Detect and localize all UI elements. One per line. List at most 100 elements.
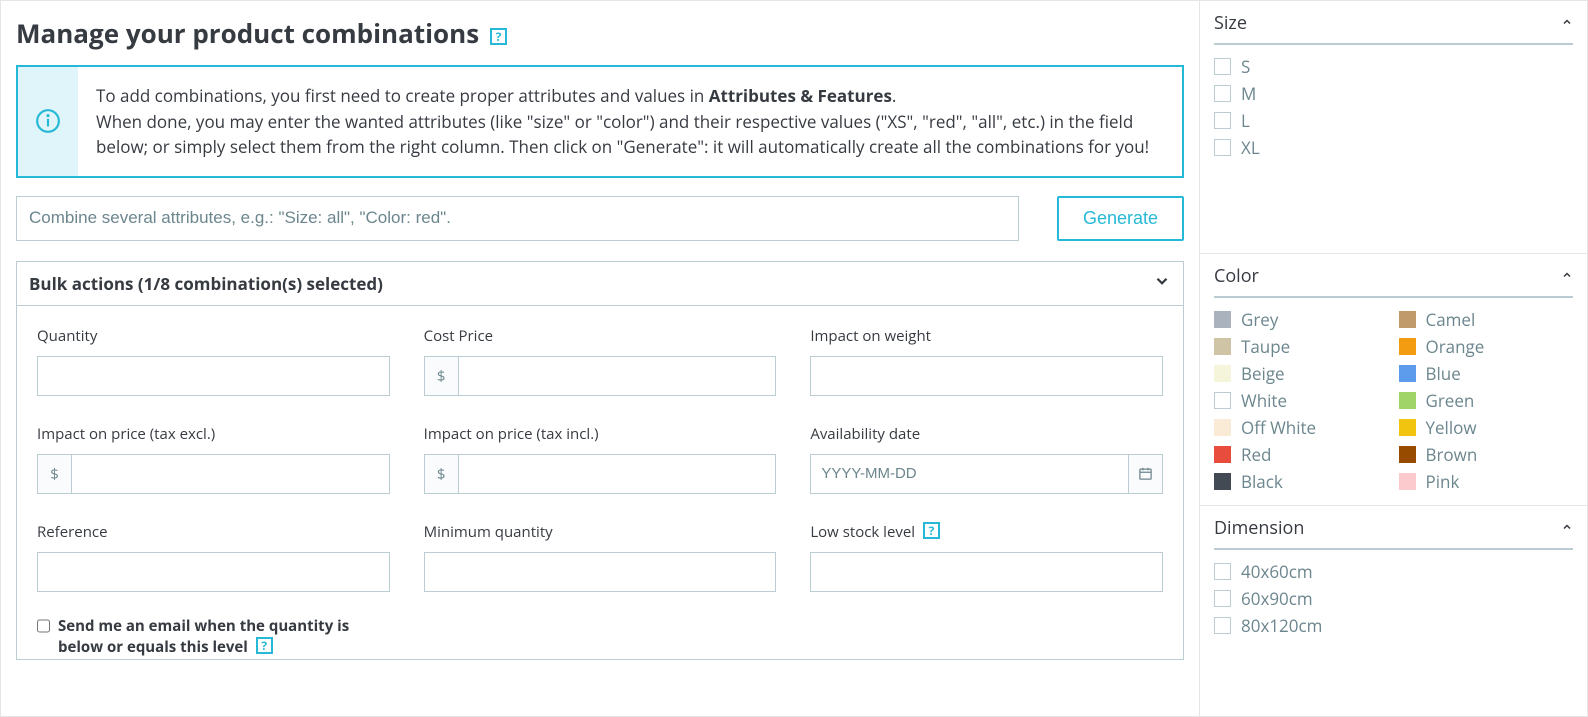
low-stock-input[interactable] bbox=[810, 552, 1163, 592]
reference-input[interactable] bbox=[37, 552, 390, 592]
page-title: Manage your product combinations ? bbox=[16, 15, 1184, 51]
currency-prefix: $ bbox=[424, 454, 458, 494]
color-option[interactable]: Black bbox=[1214, 468, 1389, 495]
quantity-label: Quantity bbox=[37, 326, 390, 346]
quantity-input[interactable] bbox=[37, 356, 390, 396]
color-option[interactable]: Taupe bbox=[1214, 333, 1389, 360]
bulk-actions-body: Quantity Cost Price $ Impact on weight bbox=[17, 306, 1183, 660]
chevron-up-icon bbox=[1561, 268, 1573, 285]
option-label: Pink bbox=[1426, 470, 1460, 493]
help-icon[interactable]: ? bbox=[923, 522, 940, 539]
color-option[interactable]: Orange bbox=[1399, 333, 1574, 360]
email-alert-label: Send me an email when the quantity is be… bbox=[58, 616, 397, 660]
color-option[interactable]: Red bbox=[1214, 441, 1389, 468]
attr-group-size: Size S M L XL bbox=[1200, 1, 1587, 254]
impact-price-incl-input[interactable] bbox=[458, 454, 777, 494]
attr-header-dimension[interactable]: Dimension bbox=[1200, 506, 1587, 548]
dimension-option[interactable]: 40x60cm bbox=[1214, 558, 1573, 585]
color-option[interactable]: Camel bbox=[1399, 306, 1574, 333]
color-option[interactable]: Grey bbox=[1214, 306, 1389, 333]
generate-row: Generate bbox=[16, 196, 1184, 241]
chevron-up-icon bbox=[1561, 520, 1573, 537]
divider bbox=[1214, 548, 1573, 550]
size-option[interactable]: L bbox=[1214, 107, 1573, 134]
color-swatch-icon bbox=[1399, 311, 1416, 328]
attribute-sidebar: Size S M L XL Color GreyTaupeBeigeWhiteO… bbox=[1200, 0, 1588, 717]
option-label: XL bbox=[1241, 136, 1260, 159]
impact-price-excl-label: Impact on price (tax excl.) bbox=[37, 424, 390, 444]
color-option[interactable]: Brown bbox=[1399, 441, 1574, 468]
help-icon[interactable]: ? bbox=[490, 28, 507, 45]
size-option[interactable]: XL bbox=[1214, 134, 1573, 161]
dimension-options: 40x60cm 60x90cm 80x120cm bbox=[1200, 558, 1587, 649]
reference-label: Reference bbox=[37, 522, 390, 542]
color-swatch-icon bbox=[1214, 392, 1231, 409]
color-option[interactable]: Beige bbox=[1214, 360, 1389, 387]
help-icon[interactable]: ? bbox=[256, 637, 273, 654]
size-title: Size bbox=[1214, 11, 1247, 35]
checkbox-icon bbox=[1214, 617, 1231, 634]
currency-prefix: $ bbox=[37, 454, 71, 494]
color-swatch-icon bbox=[1214, 338, 1231, 355]
min-quantity-input[interactable] bbox=[424, 552, 777, 592]
color-swatch-icon bbox=[1214, 419, 1231, 436]
impact-price-excl-input[interactable] bbox=[71, 454, 390, 494]
color-swatch-icon bbox=[1399, 473, 1416, 490]
option-label: Grey bbox=[1241, 308, 1278, 331]
color-swatch-icon bbox=[1214, 365, 1231, 382]
info-msg-bold: Attributes & Features bbox=[709, 84, 892, 107]
checkbox-icon bbox=[1214, 85, 1231, 102]
page-title-text: Manage your product combinations bbox=[16, 15, 479, 51]
bulk-actions-panel: Bulk actions (1/8 combination(s) selecte… bbox=[16, 261, 1184, 661]
reference-field: Reference bbox=[37, 522, 390, 592]
checkbox-icon bbox=[1214, 590, 1231, 607]
color-swatch-icon bbox=[1399, 365, 1416, 382]
info-msg-rest: When done, you may enter the wanted attr… bbox=[96, 110, 1149, 159]
color-option[interactable]: White bbox=[1214, 387, 1389, 414]
size-option[interactable]: S bbox=[1214, 53, 1573, 80]
calendar-icon[interactable] bbox=[1129, 454, 1163, 494]
attr-header-size[interactable]: Size bbox=[1200, 1, 1587, 43]
attr-header-color[interactable]: Color bbox=[1200, 254, 1587, 296]
dimension-option[interactable]: 80x120cm bbox=[1214, 612, 1573, 639]
color-option[interactable]: Blue bbox=[1399, 360, 1574, 387]
size-options: S M L XL bbox=[1200, 53, 1587, 253]
cost-price-input[interactable] bbox=[458, 356, 777, 396]
availability-date-label: Availability date bbox=[810, 424, 1163, 444]
main-panel: Manage your product combinations ? To ad… bbox=[0, 0, 1200, 717]
color-swatch-icon bbox=[1214, 311, 1231, 328]
availability-date-field: Availability date bbox=[810, 424, 1163, 494]
color-swatch-icon bbox=[1214, 473, 1231, 490]
color-option[interactable]: Pink bbox=[1399, 468, 1574, 495]
combination-input[interactable] bbox=[16, 196, 1019, 241]
color-swatch-icon bbox=[1214, 446, 1231, 463]
generate-button[interactable]: Generate bbox=[1057, 196, 1184, 241]
divider bbox=[1214, 296, 1573, 298]
cost-price-label: Cost Price bbox=[424, 326, 777, 346]
cost-price-field: Cost Price $ bbox=[424, 326, 777, 396]
color-swatch-icon bbox=[1399, 392, 1416, 409]
color-option[interactable]: Yellow bbox=[1399, 414, 1574, 441]
info-message: To add combinations, you first need to c… bbox=[78, 67, 1182, 176]
bulk-actions-header[interactable]: Bulk actions (1/8 combination(s) selecte… bbox=[17, 262, 1183, 306]
email-alert-checkbox[interactable] bbox=[37, 619, 50, 633]
divider bbox=[1214, 43, 1573, 45]
impact-weight-input[interactable] bbox=[810, 356, 1163, 396]
dimension-option[interactable]: 60x90cm bbox=[1214, 585, 1573, 612]
email-alert-row: Send me an email when the quantity is be… bbox=[37, 616, 397, 660]
option-label: 60x90cm bbox=[1241, 587, 1313, 610]
checkbox-icon bbox=[1214, 112, 1231, 129]
size-option[interactable]: M bbox=[1214, 80, 1573, 107]
color-swatch-icon bbox=[1399, 338, 1416, 355]
min-quantity-field: Minimum quantity bbox=[424, 522, 777, 592]
option-label: Off White bbox=[1241, 416, 1316, 439]
availability-date-input[interactable] bbox=[810, 454, 1129, 494]
impact-price-incl-field: Impact on price (tax incl.) $ bbox=[424, 424, 777, 494]
option-label: S bbox=[1241, 55, 1250, 78]
attr-group-color: Color GreyTaupeBeigeWhiteOff WhiteRedBla… bbox=[1200, 254, 1587, 506]
chevron-up-icon bbox=[1561, 15, 1573, 32]
color-option[interactable]: Off White bbox=[1214, 414, 1389, 441]
chevron-down-icon bbox=[1153, 272, 1171, 295]
info-msg-prefix: To add combinations, you first need to c… bbox=[96, 84, 709, 107]
color-option[interactable]: Green bbox=[1399, 387, 1574, 414]
